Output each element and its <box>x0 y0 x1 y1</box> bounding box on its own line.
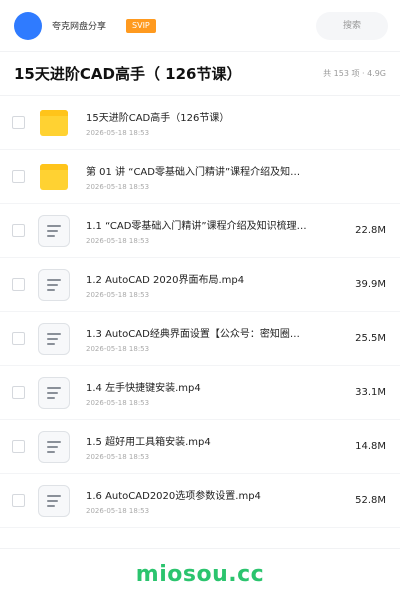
list-item[interactable]: 1.3 AutoCAD经典界面设置【公众号：密知圈… 2026-05-18 18:… <box>0 312 400 366</box>
avatar[interactable] <box>14 11 42 40</box>
select-checkbox[interactable] <box>12 224 25 237</box>
file-thumb <box>37 322 71 356</box>
search-input[interactable]: 搜索 <box>316 12 388 40</box>
file-thumb <box>37 430 71 464</box>
select-checkbox[interactable] <box>12 332 25 345</box>
file-name: 1.1 “CAD零基础入门精讲”课程介绍及知识梳理… <box>86 220 307 232</box>
file-date: 2026-05-18 18:53 <box>86 398 150 407</box>
document-icon <box>38 430 70 463</box>
footer: miosou.cc <box>0 548 400 600</box>
list-item[interactable]: 1.1 “CAD零基础入门精讲”课程介绍及知识梳理… 2026-05-18 18:… <box>0 204 400 258</box>
file-name: 1.3 AutoCAD经典界面设置【公众号：密知圈… <box>86 328 300 340</box>
list-item[interactable]: 15天进阶CAD高手（126节课） 2026-05-18 18:53 <box>0 96 400 150</box>
file-size: 22.8M <box>355 225 386 236</box>
file-info: 1.1 “CAD零基础入门精讲”课程介绍及知识梳理… 2026-05-18 18:… <box>86 217 336 245</box>
select-checkbox[interactable] <box>12 170 25 183</box>
page-title: 15天进阶CAD高手（ 126节课） <box>14 65 242 83</box>
list-item[interactable]: 1.2 AutoCAD 2020界面布局.mp4 2026-05-18 18:53… <box>0 258 400 312</box>
file-info: 15天进阶CAD高手（126节课） 2026-05-18 18:53 <box>86 109 336 137</box>
list-item[interactable]: 1.5 超好用工具箱安装.mp4 2026-05-18 18:53 14.8M <box>0 420 400 474</box>
file-name: 15天进阶CAD高手（126节课） <box>86 112 230 124</box>
document-icon <box>38 268 70 301</box>
folder-icon <box>40 163 68 190</box>
file-info: 1.4 左手快捷键安装.mp4 2026-05-18 18:53 <box>86 379 336 407</box>
file-info: 1.6 AutoCAD2020选项参数设置.mp4 2026-05-18 18:5… <box>86 487 336 515</box>
file-size: 52.8M <box>355 495 386 506</box>
file-thumb <box>37 214 71 248</box>
file-date: 2026-05-18 18:53 <box>86 290 150 299</box>
item-count: 共 153 项 · 4.9G <box>323 69 386 78</box>
select-checkbox[interactable] <box>12 278 25 291</box>
file-thumb <box>37 106 71 140</box>
file-info: 1.3 AutoCAD经典界面设置【公众号：密知圈… 2026-05-18 18:… <box>86 325 336 353</box>
file-info: 1.5 超好用工具箱安装.mp4 2026-05-18 18:53 <box>86 433 336 461</box>
document-icon <box>38 322 70 355</box>
file-date: 2026-05-18 18:53 <box>86 344 150 353</box>
file-size: 39.9M <box>355 279 386 290</box>
file-info: 1.2 AutoCAD 2020界面布局.mp4 2026-05-18 18:53 <box>86 271 336 299</box>
file-name: 第 01 讲 “CAD零基础入门精讲”课程介绍及知… <box>86 166 301 178</box>
file-name: 1.6 AutoCAD2020选项参数设置.mp4 <box>86 490 261 502</box>
file-size: 25.5M <box>355 333 386 344</box>
file-date: 2026-05-18 18:53 <box>86 128 150 137</box>
file-name: 1.2 AutoCAD 2020界面布局.mp4 <box>86 274 245 286</box>
file-date: 2026-05-18 18:53 <box>86 182 150 191</box>
file-thumb <box>37 376 71 410</box>
file-name: 1.4 左手快捷键安装.mp4 <box>86 382 201 394</box>
file-date: 2026-05-18 18:53 <box>86 236 150 245</box>
file-size: 33.1M <box>355 387 386 398</box>
select-checkbox[interactable] <box>12 116 25 129</box>
top-bar: 夸克网盘分享 SVIP 搜索 <box>0 0 400 52</box>
file-size: 14.8M <box>355 441 386 452</box>
svip-badge: SVIP <box>126 18 156 33</box>
document-icon <box>38 214 70 247</box>
list-item[interactable]: 第 01 讲 “CAD零基础入门精讲”课程介绍及知… 2026-05-18 18:… <box>0 150 400 204</box>
folder-icon <box>40 109 68 136</box>
document-icon <box>38 484 70 517</box>
file-list: 15天进阶CAD高手（126节课） 2026-05-18 18:53 第 01 讲 … <box>0 96 400 528</box>
select-checkbox[interactable] <box>12 494 25 507</box>
title-bar: 15天进阶CAD高手（ 126节课） 共 153 项 · 4.9G <box>0 52 400 96</box>
file-thumb <box>37 268 71 302</box>
file-thumb <box>37 160 71 194</box>
file-name: 1.5 超好用工具箱安装.mp4 <box>86 436 211 448</box>
select-checkbox[interactable] <box>12 440 25 453</box>
list-item[interactable]: 1.4 左手快捷键安装.mp4 2026-05-18 18:53 33.1M <box>0 366 400 420</box>
list-item[interactable]: 1.6 AutoCAD2020选项参数设置.mp4 2026-05-18 18:5… <box>0 474 400 528</box>
select-checkbox[interactable] <box>12 386 25 399</box>
file-thumb <box>37 484 71 518</box>
username: 夸克网盘分享 <box>52 22 107 32</box>
file-date: 2026-05-18 18:53 <box>86 506 150 515</box>
watermark: miosou.cc <box>135 562 265 587</box>
file-date: 2026-05-18 18:53 <box>86 452 150 461</box>
file-info: 第 01 讲 “CAD零基础入门精讲”课程介绍及知… 2026-05-18 18:… <box>86 163 336 191</box>
document-icon <box>38 376 70 409</box>
